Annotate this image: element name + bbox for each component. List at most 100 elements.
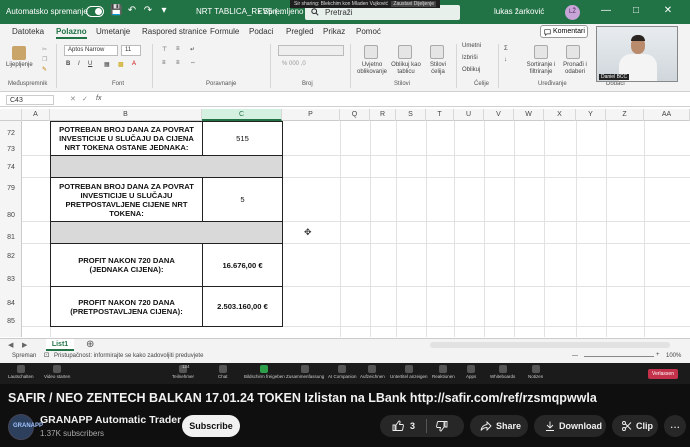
column-header[interactable]: Y <box>576 109 606 121</box>
column-header[interactable]: R <box>370 109 396 121</box>
save-icon[interactable]: 💾 <box>110 5 122 17</box>
format-as-table-label[interactable]: Oblikuj kao tablicu <box>390 62 422 76</box>
copy-icon[interactable]: ❐ <box>42 56 47 63</box>
autosum-icon[interactable]: Σ <box>504 46 508 52</box>
column-header[interactable]: V <box>484 109 514 121</box>
column-header[interactable]: AA <box>644 109 690 121</box>
add-sheet-icon[interactable]: ⊕ <box>86 339 94 350</box>
zoom-in-icon[interactable]: + <box>656 352 660 358</box>
tab-pregled[interactable]: Pregled <box>286 27 314 36</box>
cell-grid[interactable]: POTREBAN BROJ DANA ZA POVRAT INVESTICIJE… <box>22 121 690 337</box>
find-select-icon[interactable] <box>566 45 580 59</box>
start-video-button[interactable]: Video starten <box>44 365 70 379</box>
record-button[interactable]: Aufzeichnen <box>360 365 385 379</box>
subscribe-button[interactable]: Subscribe <box>182 415 240 437</box>
tab-pomoc[interactable]: Pomoć <box>356 27 381 36</box>
table-value-cell[interactable]: 5 <box>202 177 283 222</box>
paste-icon[interactable] <box>12 46 26 60</box>
italic-button[interactable]: I <box>78 61 80 67</box>
row-header[interactable]: 72 <box>0 130 22 137</box>
maximize-icon[interactable]: □ <box>630 5 642 17</box>
user-avatar[interactable]: LŽ <box>565 5 580 20</box>
like-icon[interactable] <box>392 420 404 432</box>
align-center-icon[interactable]: ≡ <box>176 60 180 66</box>
select-all-corner[interactable] <box>0 109 22 121</box>
tab-umetanje[interactable]: Umetanje <box>96 27 130 36</box>
accessibility-status[interactable]: Pristupačnost: informirajte se kako zado… <box>54 353 203 359</box>
share-screen-button[interactable]: Bildschirm freigeben <box>244 365 285 379</box>
table-label-cell[interactable]: PROFIT NAKON 720 DANA (JEDNAKA CIJENA): <box>50 243 203 287</box>
insert-cells-button[interactable]: Umetni <box>462 43 481 49</box>
font-size-select[interactable]: 11 <box>121 45 141 56</box>
column-header[interactable]: T <box>426 109 454 121</box>
cell-styles-label[interactable]: Stilovi ćelija <box>424 62 452 76</box>
ai-companion-button[interactable]: AI Companion <box>328 365 357 379</box>
cell-styles-icon[interactable] <box>430 45 444 59</box>
channel-avatar[interactable]: GRANAPP <box>8 414 43 440</box>
table-label-cell[interactable]: POTREBAN BROJ DANA ZA POVRAT INVESTICIJE… <box>50 177 203 222</box>
merge-icon[interactable]: ⇔ <box>190 60 196 66</box>
notes-button[interactable]: Notizen <box>528 365 543 379</box>
whiteboards-button[interactable]: Whiteboards <box>490 365 515 379</box>
zoom-slider[interactable] <box>584 356 654 357</box>
zoom-level[interactable]: 100% <box>666 353 681 359</box>
table-value-cell[interactable]: 2.503.160,00 € <box>202 286 283 327</box>
column-header[interactable]: S <box>396 109 426 121</box>
table-value-cell[interactable]: 16.676,00 € <box>202 243 283 287</box>
column-header[interactable]: Z <box>606 109 644 121</box>
more-actions-button[interactable]: ... <box>664 415 686 437</box>
format-cells-button[interactable]: Oblikuj <box>462 67 480 73</box>
channel-name[interactable]: GRANAPP Automatic Trader <box>40 414 181 426</box>
tab-polazno[interactable]: Polazno <box>56 27 87 39</box>
stop-share-button[interactable]: Zaustavi Dijeljenje <box>391 1 436 7</box>
format-as-table-icon[interactable] <box>398 45 412 59</box>
fill-color-icon[interactable]: ▩ <box>118 61 124 68</box>
chat-button[interactable]: Chat <box>218 365 228 379</box>
row-header[interactable]: 74 <box>0 164 22 171</box>
formula-input[interactable] <box>110 94 685 106</box>
sort-filter-icon[interactable] <box>534 45 548 59</box>
fill-icon[interactable]: ↓ <box>504 57 507 63</box>
column-header[interactable]: W <box>514 109 544 121</box>
download-button[interactable]: Download <box>534 415 606 437</box>
underline-button[interactable]: U <box>88 61 92 67</box>
next-sheet-icon[interactable]: ▶ <box>22 341 27 349</box>
fx-icon[interactable]: fx <box>96 95 101 102</box>
align-top-icon[interactable]: ⊤ <box>162 46 167 53</box>
conditional-format-label[interactable]: Uvjetno oblikovanje <box>356 62 388 76</box>
reactions-button[interactable]: Reaktionen <box>432 365 455 379</box>
enter-icon[interactable]: ✓ <box>82 95 88 103</box>
undo-icon[interactable]: ↶ <box>126 5 138 17</box>
find-select-label[interactable]: Pronađi i odaberi <box>560 62 590 76</box>
table-value-cell[interactable]: 515 <box>202 121 283 156</box>
row-header[interactable]: 82 <box>0 253 22 260</box>
comments-button[interactable]: Komentari <box>540 25 588 38</box>
format-painter-icon[interactable]: ✎ <box>42 66 47 73</box>
redo-icon[interactable]: ↷ <box>142 5 154 17</box>
sheet-tab-list1[interactable]: List1 <box>46 339 74 351</box>
tab-raspored-stranice[interactable]: Raspored stranice <box>142 27 207 36</box>
row-header[interactable]: 83 <box>0 276 22 283</box>
column-header[interactable]: Q <box>340 109 370 121</box>
prev-sheet-icon[interactable]: ◀ <box>8 341 13 349</box>
align-left-icon[interactable]: ≡ <box>162 60 166 66</box>
minimize-icon[interactable]: — <box>600 5 612 17</box>
tab-podaci[interactable]: Podaci <box>249 27 273 36</box>
table-spacer-row[interactable] <box>50 155 283 178</box>
table-spacer-row[interactable] <box>50 221 283 244</box>
name-box[interactable]: C43 <box>6 95 54 105</box>
paste-label[interactable]: Lijepljenje <box>6 62 33 68</box>
cut-icon[interactable]: ✂ <box>42 46 47 53</box>
number-format-select[interactable] <box>278 45 344 56</box>
row-header[interactable]: 80 <box>0 212 22 219</box>
font-color-icon[interactable]: A <box>132 61 136 67</box>
dislike-icon[interactable] <box>436 420 448 432</box>
mute-button[interactable]: Lautschalten <box>8 365 34 379</box>
column-header[interactable]: U <box>454 109 484 121</box>
leave-meeting-button[interactable]: Verlassen <box>648 369 678 379</box>
tab-formule[interactable]: Formule <box>210 27 239 36</box>
clip-button[interactable]: Clip <box>612 415 658 437</box>
tab-prikaz[interactable]: Prikaz <box>323 27 345 36</box>
bold-button[interactable]: B <box>66 61 70 67</box>
column-header[interactable]: X <box>544 109 576 121</box>
